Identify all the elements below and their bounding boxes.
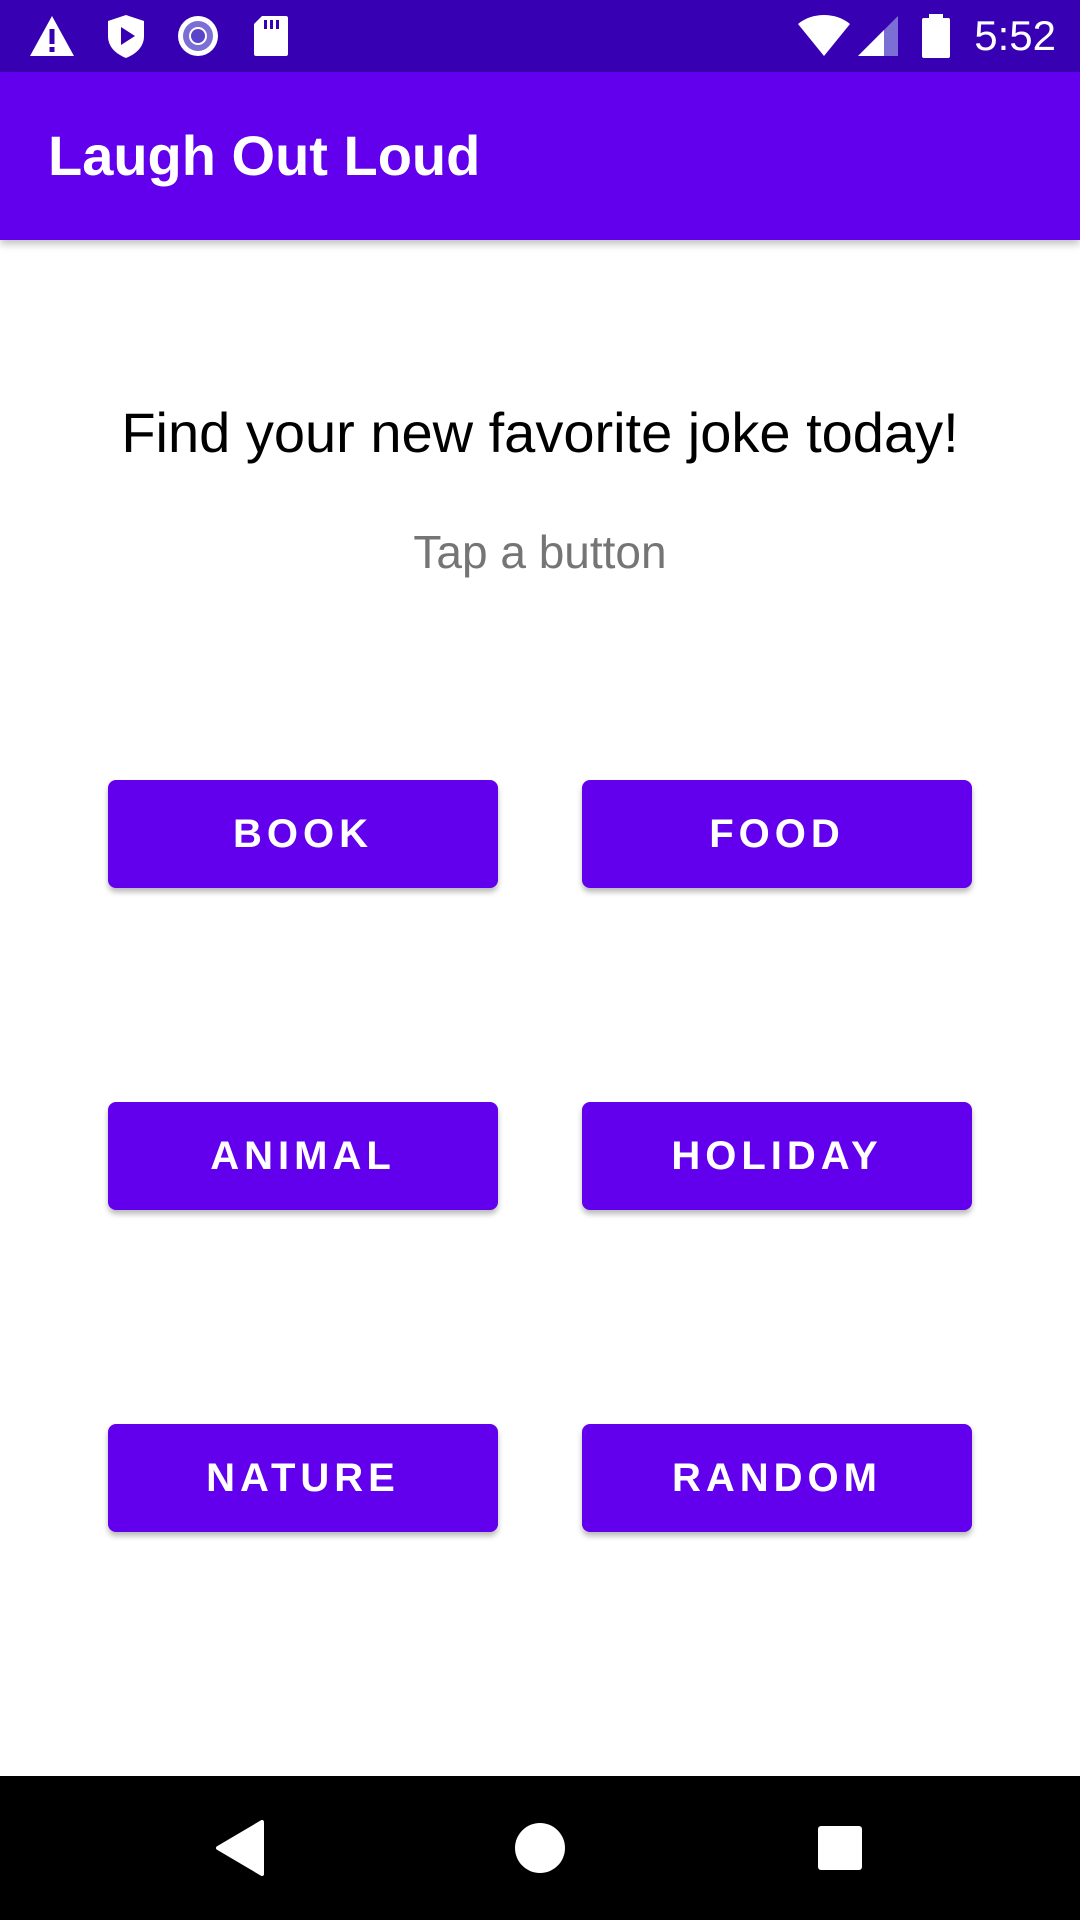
subtitle: Tap a button — [413, 526, 667, 578]
signal-icon — [858, 16, 898, 56]
holiday-button[interactable]: HOLIDAY — [582, 1102, 972, 1210]
app-title: Laugh Out Loud — [48, 124, 481, 187]
status-bar: 5:52 — [0, 0, 1080, 72]
warning-icon — [30, 16, 74, 56]
random-button[interactable]: RANDOM — [582, 1424, 972, 1532]
food-button[interactable]: FOOD — [582, 780, 972, 888]
wifi-icon — [798, 15, 850, 56]
back-icon[interactable] — [204, 1812, 276, 1884]
battery-icon — [922, 14, 950, 58]
radio-icon — [178, 16, 218, 56]
recents-icon[interactable] — [804, 1812, 876, 1884]
nature-button[interactable]: NATURE — [108, 1424, 498, 1532]
animal-button[interactable]: ANIMAL — [108, 1102, 498, 1210]
status-time: 5:52 — [974, 12, 1056, 59]
home-icon[interactable] — [504, 1812, 576, 1884]
sd-card-icon — [254, 16, 288, 56]
app-bar: Laugh Out Loud — [0, 72, 1080, 240]
book-button[interactable]: BOOK — [108, 780, 498, 888]
play-protect-icon — [108, 15, 144, 58]
nav-bar — [0, 1776, 1080, 1920]
headline: Find your new favorite joke today! — [121, 401, 959, 464]
screen: 5:52 Laugh Out Loud Find your new favori… — [0, 0, 1080, 1920]
